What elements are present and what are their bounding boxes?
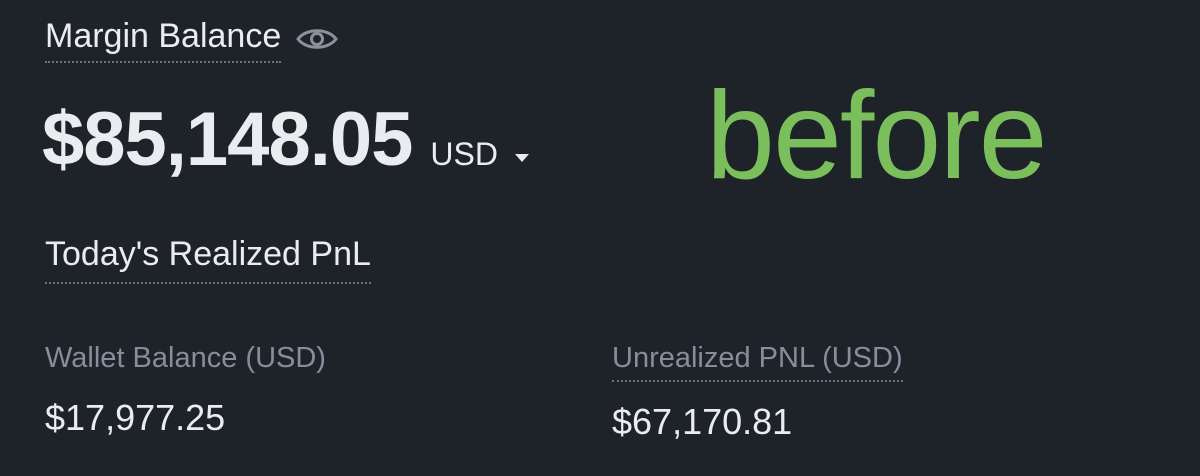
unrealized-pnl-label[interactable]: Unrealized PNL (USD) [612, 338, 903, 382]
before-overlay-text: before [706, 67, 1048, 205]
unrealized-pnl-stat: Unrealized PNL (USD) $67,170.81 [612, 338, 903, 444]
margin-balance-header: Margin Balance [45, 14, 339, 63]
wallet-balance-value: $17,977.25 [45, 397, 226, 438]
caret-down-icon [512, 151, 532, 165]
unrealized-pnl-value: $67,170.81 [612, 401, 793, 442]
currency-selector[interactable]: USD [430, 136, 532, 173]
wallet-balance-stat: Wallet Balance (USD) $17,977.25 [45, 338, 326, 440]
todays-realized-pnl-link[interactable]: Today's Realized PnL [45, 232, 371, 284]
eye-icon[interactable] [295, 24, 339, 54]
margin-balance-label[interactable]: Margin Balance [45, 14, 282, 63]
margin-balance-row: $85,148.05 USD [42, 96, 532, 206]
margin-balance-value: $85,148.05 [42, 97, 413, 182]
wallet-balance-label: Wallet Balance (USD) [45, 342, 326, 374]
currency-label: USD [430, 136, 498, 172]
